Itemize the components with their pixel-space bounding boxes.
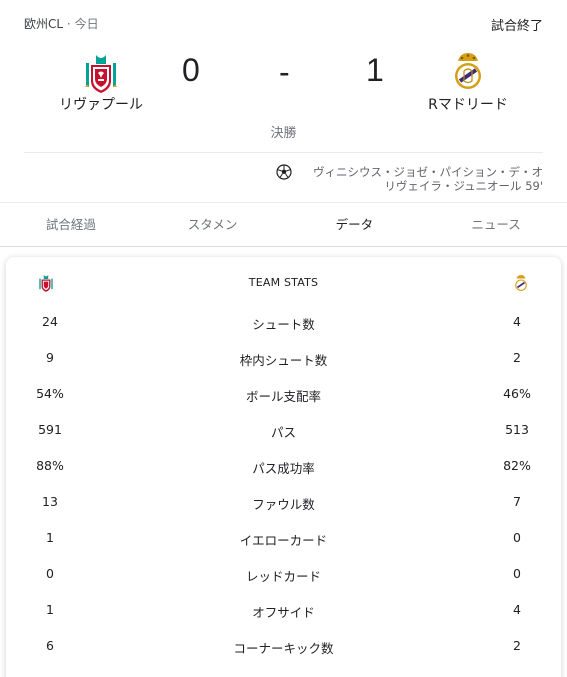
stat-row-fouls: 13 ファウル数 7 xyxy=(6,494,561,514)
goal-scorer[interactable]: ヴィニシウス・ジョゼ・パイション・デ・オリヴェイラ・ジュニオール 59' xyxy=(313,165,543,193)
stat-row-passes: 591 パス 513 xyxy=(6,422,561,442)
divider xyxy=(24,152,543,153)
stat-label: オフサイド xyxy=(252,605,315,620)
score-separator: - xyxy=(279,54,290,90)
stat-row-shots-on-target: 9 枠内シュート数 2 xyxy=(6,350,561,370)
stat-row-pass-accuracy: 88% パス成功率 82% xyxy=(6,458,561,478)
home-team-name[interactable]: リヴァプール xyxy=(31,94,171,114)
real-madrid-crest-icon xyxy=(513,273,529,293)
tab-stats[interactable]: データ xyxy=(284,203,426,246)
goal-minute: 59' xyxy=(525,179,543,193)
competition-name[interactable]: 欧州CL xyxy=(24,17,63,31)
stat-label: 枠内シュート数 xyxy=(239,353,328,368)
stat-row-red-cards: 0 レッドカード 0 xyxy=(6,566,561,586)
soccer-ball-icon xyxy=(276,164,292,180)
stat-label: レッドカード xyxy=(245,569,321,584)
stat-away-value: 4 xyxy=(513,314,521,329)
stats-title: TEAM STATS xyxy=(248,276,319,289)
stat-row-yellow-cards: 1 イエローカード 0 xyxy=(6,530,561,550)
separator: · xyxy=(66,17,71,31)
stat-away-value: 4 xyxy=(513,602,521,617)
stat-away-value: 0 xyxy=(513,530,521,545)
competition-info: 欧州CL · 今日 xyxy=(24,15,99,32)
stat-row-offsides: 1 オフサイド 4 xyxy=(6,602,561,622)
stat-away-value: 0 xyxy=(513,566,521,581)
match-status: 試合終了 xyxy=(490,19,543,34)
stat-label: パス xyxy=(270,425,296,440)
stat-away-value: 82% xyxy=(503,458,531,473)
away-team-name[interactable]: Rマドリード xyxy=(398,94,538,114)
match-stage: 決勝 xyxy=(270,126,297,141)
liverpool-crest-icon[interactable] xyxy=(83,51,119,95)
stat-label: ファウル数 xyxy=(252,497,315,512)
team-stats-card: TEAM STATS 24 シュート数 4 9 枠内シュート数 2 54% ボー… xyxy=(6,257,561,677)
stat-label: シュート数 xyxy=(252,317,315,332)
tab-lineups[interactable]: スタメン xyxy=(142,203,284,246)
goal-scorer-name: ヴィニシウス・ジョゼ・パイション・デ・オリヴェイラ・ジュニオール xyxy=(313,165,543,193)
match-tabs: 試合経過 スタメン データ ニュース xyxy=(0,202,567,247)
stat-away-value: 2 xyxy=(513,638,521,653)
stat-row-possession: 54% ボール支配率 46% xyxy=(6,386,561,406)
stat-away-value: 46% xyxy=(503,386,531,401)
match-date: 今日 xyxy=(74,17,99,31)
real-madrid-crest-icon[interactable] xyxy=(450,49,486,93)
stat-label: コーナーキック数 xyxy=(233,641,334,656)
stat-row-corners: 6 コーナーキック数 2 xyxy=(6,638,561,658)
stat-row-shots: 24 シュート数 4 xyxy=(6,314,561,334)
stat-away-value: 513 xyxy=(505,422,529,437)
stat-away-value: 2 xyxy=(513,350,521,365)
stat-label: パス成功率 xyxy=(252,461,315,476)
stat-away-value: 7 xyxy=(513,494,521,509)
tab-news[interactable]: ニュース xyxy=(425,203,567,246)
stat-label: ボール支配率 xyxy=(245,389,321,404)
stat-label: イエローカード xyxy=(239,533,328,548)
away-score: 1 xyxy=(366,52,384,88)
tab-timeline[interactable]: 試合経過 xyxy=(0,203,142,246)
home-score: 0 xyxy=(182,52,200,88)
